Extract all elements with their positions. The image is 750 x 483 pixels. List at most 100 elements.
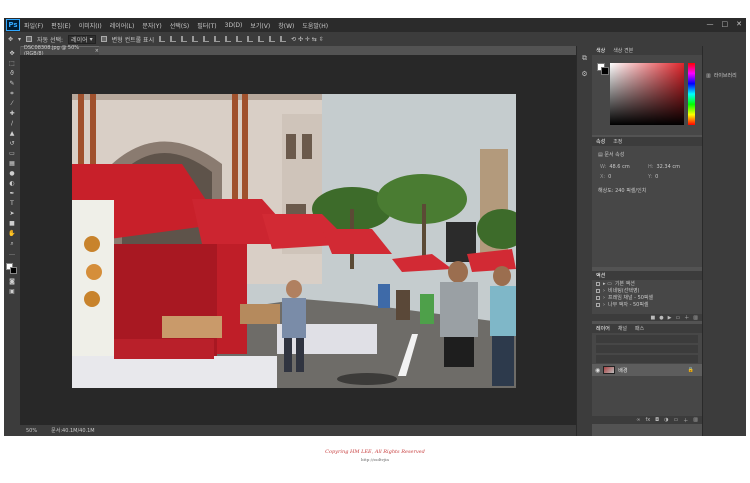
menu-layer[interactable]: 레이어(L) (110, 21, 135, 30)
eye-icon[interactable]: ◉ (595, 367, 600, 374)
quick-mask-icon[interactable]: ◙ (8, 278, 16, 285)
transform-controls-checkbox[interactable] (100, 36, 107, 42)
gradient-tool-icon[interactable]: ▦ (8, 160, 16, 167)
shape-tool-icon[interactable]: ■ (8, 220, 16, 227)
align-middle-icon[interactable] (170, 36, 177, 42)
healing-tool-icon[interactable]: ✚ (8, 110, 16, 117)
tab-paths[interactable]: 패스 (635, 325, 644, 332)
move-tool-icon[interactable]: ✥ (8, 50, 16, 57)
hand-tool-icon[interactable]: ✋ (8, 230, 16, 237)
action-set-row[interactable]: ▸ ▭ 기본 액션 (592, 280, 702, 287)
background-color-swatch[interactable] (601, 67, 609, 75)
tab-layers[interactable]: 레이어 (596, 325, 610, 332)
zoom-tool-icon[interactable]: ⌕ (8, 240, 16, 247)
action-row[interactable]: › 비네팅(선택영) (592, 287, 702, 294)
type-tool-icon[interactable]: T (8, 200, 16, 207)
more-tools-icon[interactable]: … (8, 250, 16, 257)
menu-filter[interactable]: 필터(T) (197, 21, 216, 30)
path-select-tool-icon[interactable]: ➤ (8, 210, 16, 217)
align-top-icon[interactable] (159, 36, 166, 42)
color-swatches[interactable] (6, 263, 18, 275)
tab-actions[interactable]: 액션 (596, 272, 605, 279)
record-icon[interactable]: ● (659, 315, 663, 321)
trash-icon[interactable]: ▥ (693, 315, 698, 321)
align-center-icon[interactable] (203, 36, 210, 42)
menu-image[interactable]: 이미지(I) (79, 21, 102, 30)
lasso-tool-icon[interactable]: ϑ (8, 70, 16, 77)
eyedropper-tool-icon[interactable]: ⁄ (8, 100, 16, 107)
action-checkbox[interactable] (596, 295, 600, 300)
close-icon[interactable]: × (95, 48, 99, 54)
menu-select[interactable]: 선택(S) (170, 21, 190, 30)
menu-view[interactable]: 보기(V) (250, 21, 270, 30)
eraser-tool-icon[interactable]: ▭ (8, 150, 16, 157)
x-field[interactable]: X: 0 (600, 174, 611, 180)
dodge-tool-icon[interactable]: ◐ (8, 180, 16, 187)
menu-window[interactable]: 창(W) (278, 21, 294, 30)
layer-row-background[interactable]: ◉ 배경 🔒 (592, 364, 702, 376)
tab-channels[interactable]: 채널 (618, 325, 627, 332)
action-checkbox[interactable] (596, 281, 600, 286)
distribute-center-icon[interactable] (269, 36, 276, 42)
menu-help[interactable]: 도움말(H) (302, 21, 328, 30)
zoom-level[interactable]: 50% (26, 428, 37, 434)
tab-adjustments[interactable]: 조정 (613, 138, 622, 145)
align-right-icon[interactable] (214, 36, 221, 42)
new-layer-icon[interactable]: ＋ (683, 417, 688, 424)
group-icon[interactable]: ▭ (674, 417, 679, 423)
blur-tool-icon[interactable]: ● (8, 170, 16, 177)
hue-slider[interactable] (688, 63, 695, 125)
glyphs-icon[interactable]: ⚙ (581, 70, 587, 78)
maximize-button[interactable]: □ (722, 20, 729, 28)
adjustment-icon[interactable]: ◑ (664, 417, 668, 423)
distribute-top-icon[interactable] (225, 36, 232, 42)
link-icon[interactable]: ∞ (636, 417, 640, 423)
tab-color[interactable]: 색상 (596, 47, 605, 54)
width-field[interactable]: W: 48.6 cm (600, 164, 630, 170)
marquee-tool-icon[interactable]: ⬚ (8, 60, 16, 67)
fx-icon[interactable]: fx (645, 417, 650, 423)
distribute-bottom-icon[interactable] (247, 36, 254, 42)
color-field[interactable] (610, 63, 684, 125)
brush-tool-icon[interactable]: ∕ (8, 120, 16, 127)
tab-swatches[interactable]: 색상 견본 (613, 47, 633, 54)
pen-tool-icon[interactable]: ✒ (8, 190, 16, 197)
tab-properties[interactable]: 속성 (596, 138, 605, 145)
menu-file[interactable]: 파일(F) (24, 21, 43, 30)
new-set-icon[interactable]: ▭ (676, 315, 681, 321)
document-size-info[interactable]: 문서:40.1M/40.1M (51, 427, 94, 434)
history-icon[interactable]: ⧉ (582, 54, 587, 63)
align-left-icon[interactable] (192, 36, 199, 42)
move-tool-icon[interactable]: ✥ (8, 36, 13, 43)
screen-mode-icon[interactable]: ▣ (8, 288, 16, 295)
chevron-down-icon[interactable]: ▾ (18, 36, 21, 43)
blend-mode-bar[interactable] (596, 345, 698, 353)
history-brush-tool-icon[interactable]: ↺ (8, 140, 16, 147)
y-field[interactable]: Y: 0 (648, 174, 658, 180)
align-bottom-icon[interactable] (181, 36, 188, 42)
copyright-url[interactable]: http://ssdtvjin (0, 457, 750, 462)
close-button[interactable]: ✕ (736, 20, 742, 28)
crop-tool-icon[interactable]: ⌗ (8, 90, 16, 97)
document-tab[interactable]: DSC08308.jpg @ 50% (RGB/8) × (21, 45, 99, 57)
lock-bar[interactable] (596, 355, 698, 363)
action-checkbox[interactable] (596, 302, 600, 307)
stamp-tool-icon[interactable]: ▲ (8, 130, 16, 137)
3d-mode-icon[interactable]: ⟲ ✣ ✛ ⇆ ⇳ (291, 36, 324, 43)
action-checkbox[interactable] (596, 288, 600, 293)
auto-select-checkbox[interactable] (26, 36, 33, 42)
trash-icon[interactable]: ▥ (693, 417, 698, 423)
distribute-right-icon[interactable] (280, 36, 287, 42)
background-color-swatch[interactable] (10, 267, 17, 274)
stop-icon[interactable]: ■ (651, 315, 656, 321)
menu-3d[interactable]: 3D(D) (225, 22, 243, 29)
new-action-icon[interactable]: ＋ (684, 314, 689, 321)
action-row[interactable]: › 프레임 채널 - 50픽셀 (592, 294, 702, 301)
canvas-area[interactable] (20, 55, 576, 425)
menu-edit[interactable]: 편집(E) (51, 21, 71, 30)
play-icon[interactable]: ▶ (668, 315, 672, 321)
distribute-left-icon[interactable] (258, 36, 265, 42)
action-row[interactable]: › 나무 액자 - 50픽셀 (592, 301, 702, 308)
document-image[interactable] (72, 94, 516, 388)
auto-select-dropdown[interactable]: 레이어 ▾ (68, 34, 96, 44)
